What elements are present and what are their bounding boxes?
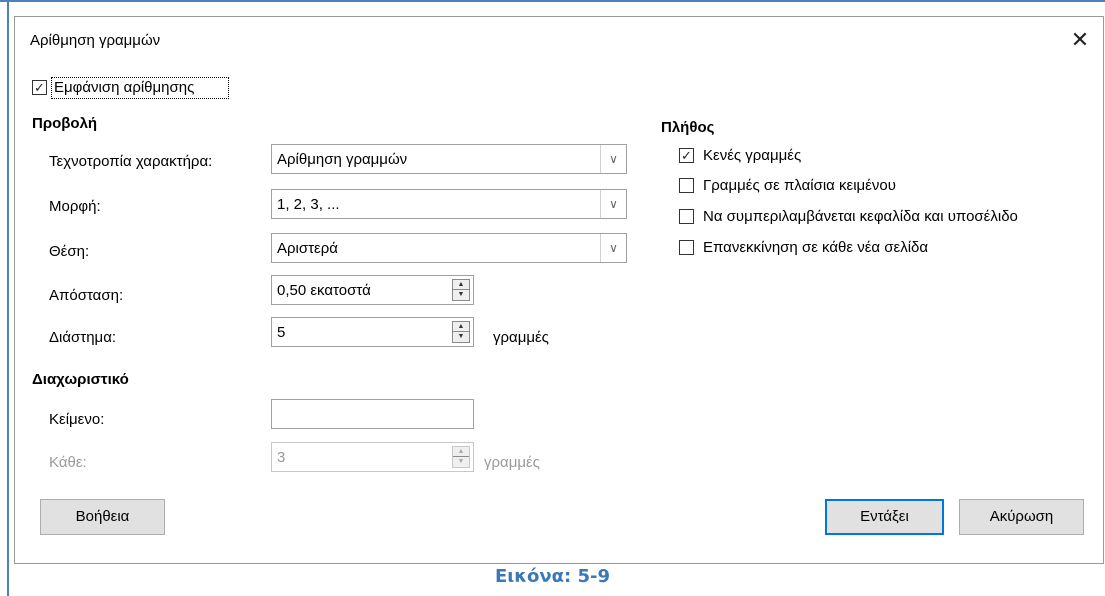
spin-buttons: ▲ ▼: [452, 321, 470, 343]
blank-lines-checkbox[interactable]: ✓: [679, 148, 694, 163]
spin-buttons: ▲ ▼: [452, 446, 470, 468]
character-style-label: Τεχνοτροπία χαρακτήρα:: [49, 153, 213, 170]
triangle-down-icon[interactable]: ▼: [453, 457, 469, 467]
spacing-spinbox[interactable]: 0,50 εκατοστά ▲ ▼: [271, 275, 474, 305]
show-numbering-label: Εμφάνιση αρίθμησης: [54, 79, 195, 96]
triangle-up-icon[interactable]: ▲: [453, 280, 469, 290]
separator-text-input[interactable]: [271, 399, 474, 429]
dialog-title: Αρίθμηση γραμμών: [30, 32, 161, 49]
line-numbering-dialog: Αρίθμηση γραμμών ✕ ✓ Εμφάνιση αρίθμησης …: [14, 16, 1104, 564]
restart-every-page-label: Επανεκκίνηση σε κάθε νέα σελίδα: [703, 239, 929, 256]
page-border-top: [0, 0, 1105, 2]
character-style-value: Αρίθμηση γραμμών: [277, 151, 408, 168]
format-value: 1, 2, 3, ...: [277, 196, 340, 213]
close-icon[interactable]: ✕: [1065, 25, 1095, 55]
include-header-footer-label: Να συμπεριλαμβάνεται κεφαλίδα και υποσέλ…: [703, 208, 1018, 225]
interval-value: 5: [277, 324, 286, 341]
every-spinbox[interactable]: 3 ▲ ▼: [271, 442, 474, 472]
help-button[interactable]: Βοήθεια: [40, 499, 165, 535]
character-style-select[interactable]: Αρίθμηση γραμμών ∨: [271, 144, 627, 174]
restart-every-page-checkbox[interactable]: [679, 240, 694, 255]
position-value: Αριστερά: [277, 240, 338, 257]
title-bar: Αρίθμηση γραμμών ✕: [15, 17, 1103, 63]
triangle-up-icon[interactable]: ▲: [453, 322, 469, 332]
every-value: 3: [277, 449, 286, 466]
triangle-down-icon[interactable]: ▼: [453, 332, 469, 342]
blank-lines-label: Κενές γραμμές: [703, 147, 802, 164]
spacing-value: 0,50 εκατοστά: [277, 282, 371, 299]
spacing-label: Απόσταση:: [49, 287, 124, 304]
lines-in-text-frames-label: Γραμμές σε πλαίσια κειμένου: [703, 177, 896, 194]
cancel-button[interactable]: Ακύρωση: [959, 499, 1084, 535]
lines-in-text-frames-checkbox[interactable]: [679, 178, 694, 193]
include-header-footer-checkbox[interactable]: [679, 209, 694, 224]
every-unit: γραμμές: [484, 454, 540, 471]
chevron-down-icon[interactable]: ∨: [600, 190, 626, 218]
chevron-down-icon[interactable]: ∨: [600, 234, 626, 262]
count-heading: Πλήθος: [661, 119, 715, 136]
interval-label: Διάστημα:: [49, 329, 117, 346]
separator-heading: Διαχωριστικό: [32, 371, 129, 388]
view-heading: Προβολή: [32, 115, 98, 132]
checkmark-icon: ✓: [681, 148, 692, 163]
figure-caption: Εικόνα: 5-9: [494, 566, 611, 587]
page-border-left: [7, 0, 9, 596]
interval-spinbox[interactable]: 5 ▲ ▼: [271, 317, 474, 347]
triangle-up-icon[interactable]: ▲: [453, 447, 469, 457]
interval-unit: γραμμές: [493, 329, 549, 346]
triangle-down-icon[interactable]: ▼: [453, 290, 469, 300]
ok-button[interactable]: Εντάξει: [825, 499, 944, 535]
format-label: Μορφή:: [49, 198, 101, 215]
every-label: Κάθε:: [49, 454, 87, 471]
chevron-down-icon[interactable]: ∨: [600, 145, 626, 173]
separator-text-label: Κείμενο:: [49, 411, 105, 428]
position-label: Θέση:: [49, 243, 90, 260]
show-numbering-checkbox[interactable]: ✓: [32, 80, 47, 95]
checkmark-icon: ✓: [34, 80, 45, 95]
position-select[interactable]: Αριστερά ∨: [271, 233, 627, 263]
spin-buttons: ▲ ▼: [452, 279, 470, 301]
format-select[interactable]: 1, 2, 3, ... ∨: [271, 189, 627, 219]
